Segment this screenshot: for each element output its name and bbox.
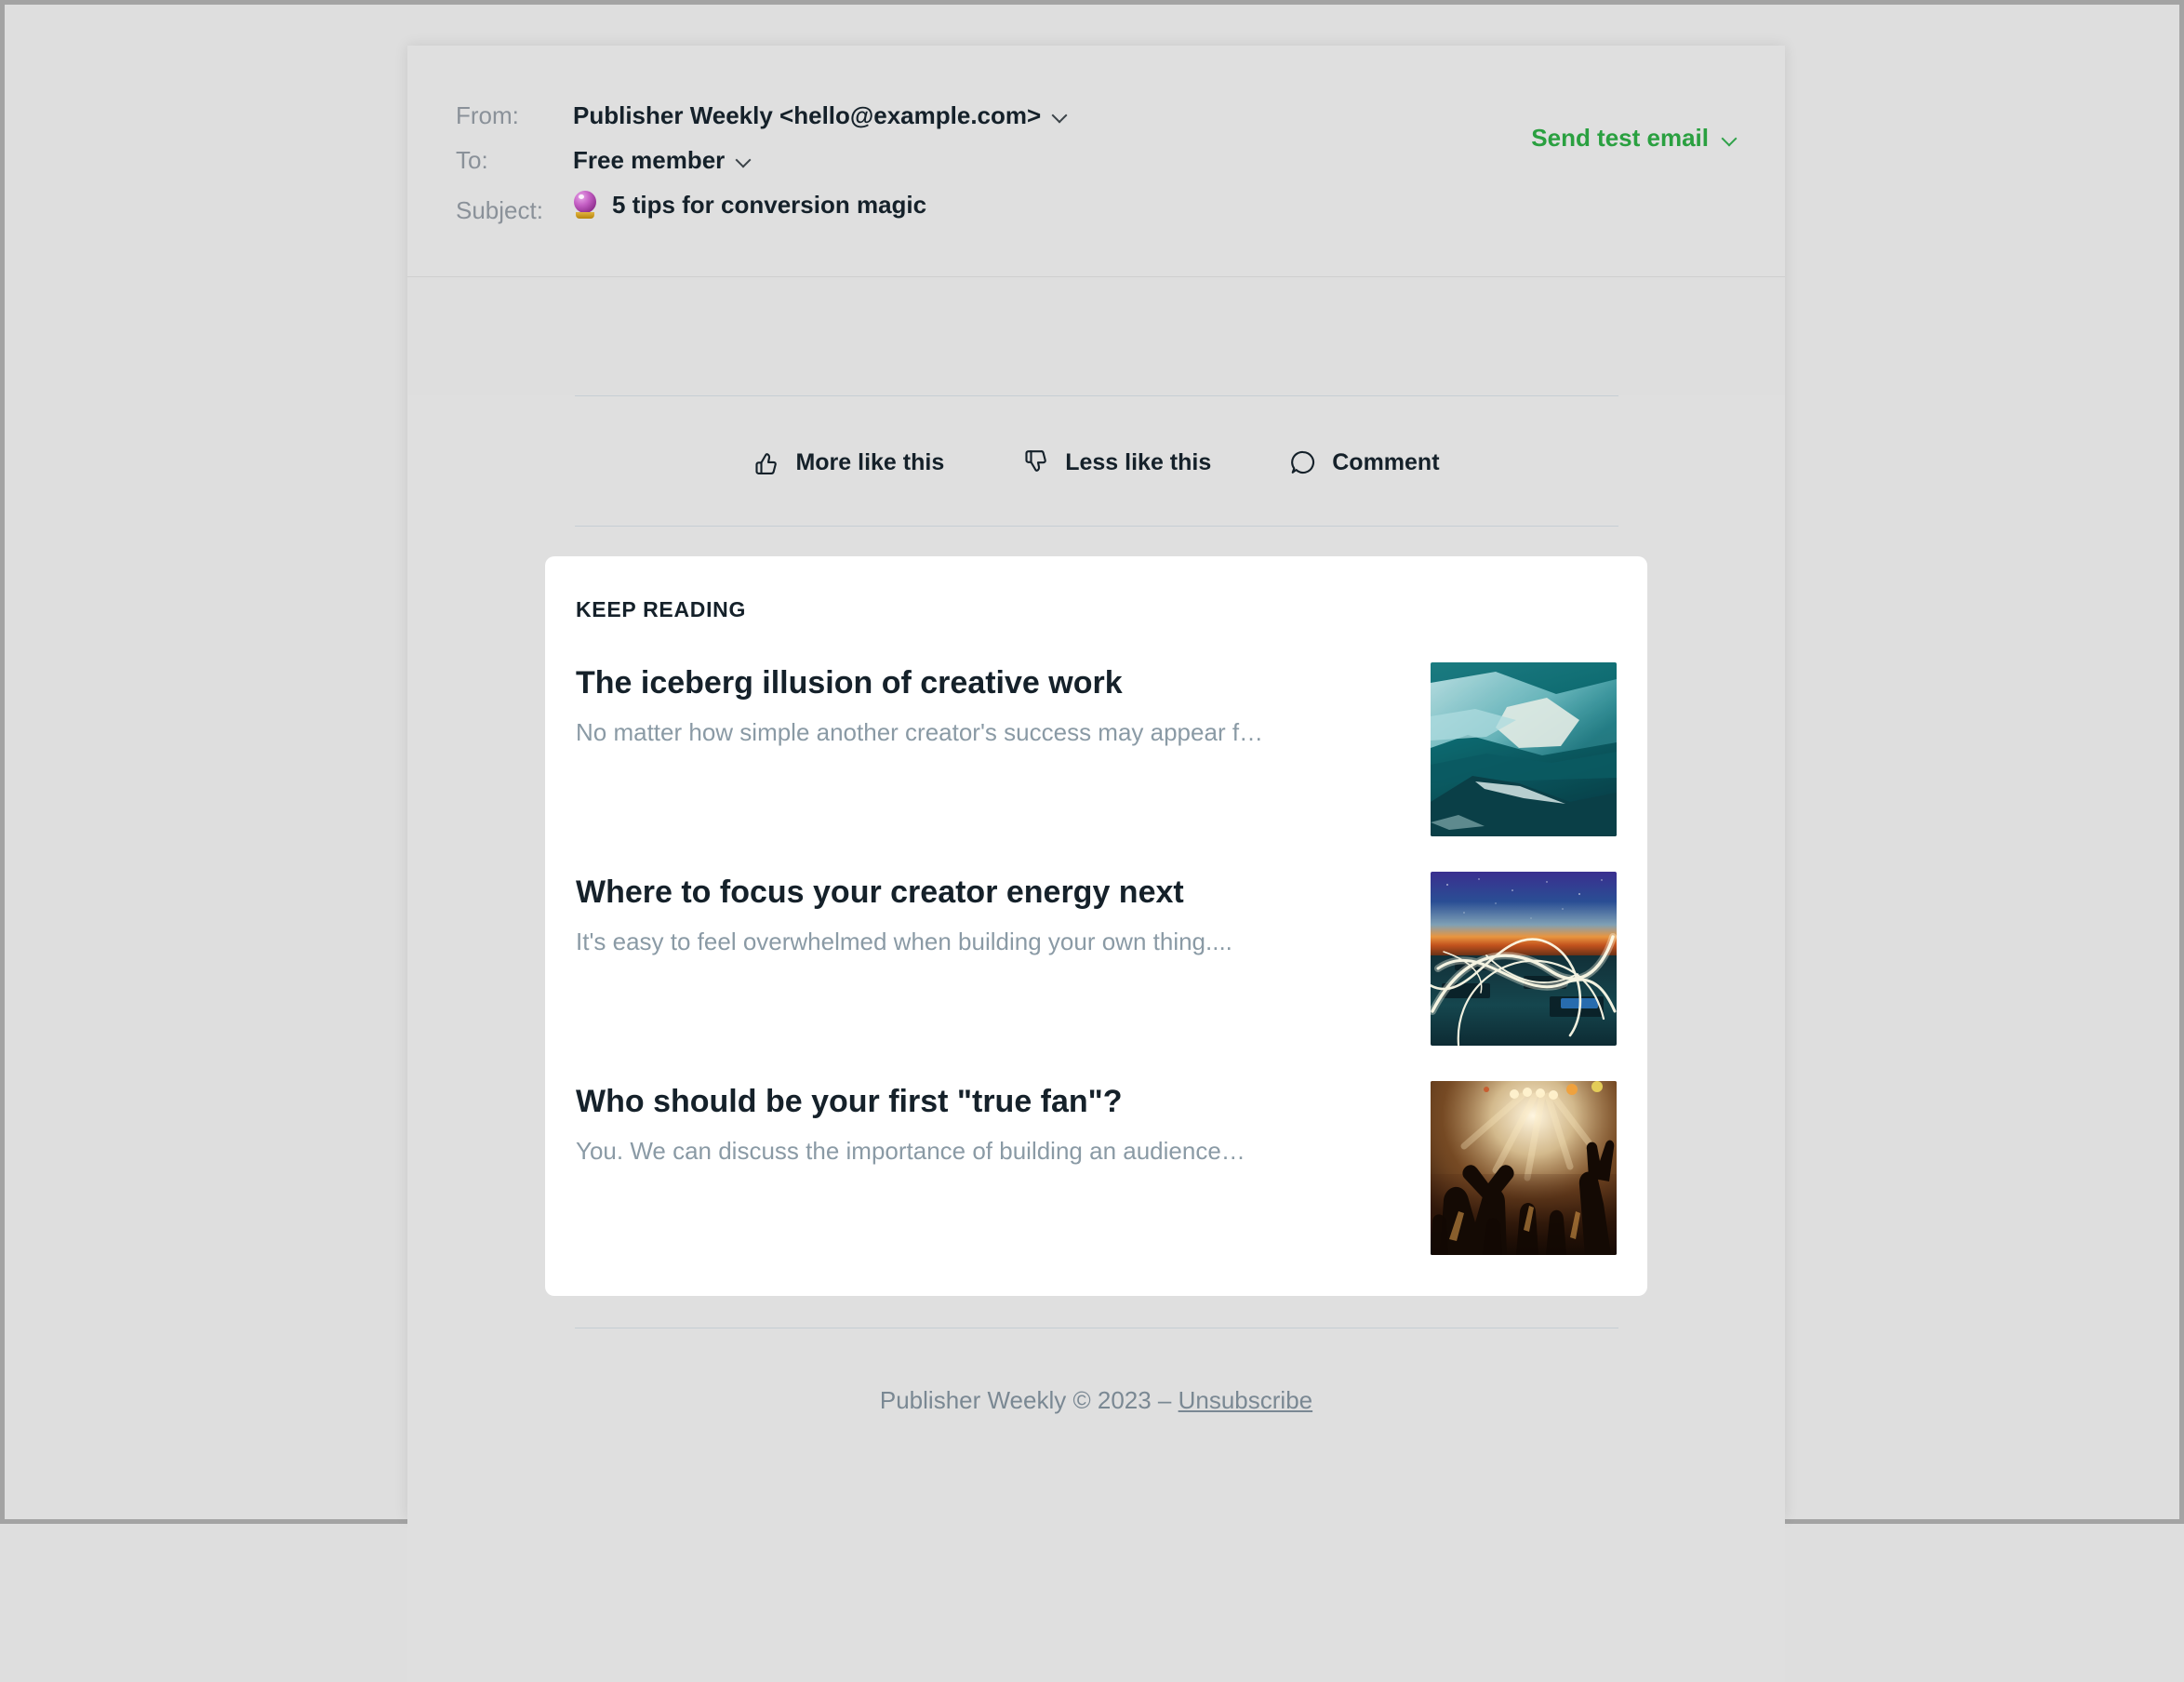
article-thumbnail[interactable] xyxy=(1431,1081,1617,1255)
chevron-down-icon[interactable] xyxy=(736,153,751,167)
list-item[interactable]: The iceberg illusion of creative work No… xyxy=(545,662,1647,836)
article-excerpt: It's easy to feel overwhelmed when build… xyxy=(576,928,1232,955)
from-value-text: Publisher Weekly <hello@example.com> xyxy=(573,101,1042,129)
article-thumbnail[interactable] xyxy=(1431,872,1617,1046)
article-text: The iceberg illusion of creative work No… xyxy=(576,662,1431,748)
subject-value[interactable]: 5 tips for conversion magic xyxy=(573,189,926,220)
more-like-this-button[interactable]: More like this xyxy=(752,448,944,476)
article-title[interactable]: The iceberg illusion of creative work xyxy=(576,662,1403,703)
email-header: From: Publisher Weekly <hello@example.co… xyxy=(407,46,1785,277)
article-excerpt: You. We can discuss the importance of bu… xyxy=(576,1137,1245,1165)
comment-button[interactable]: Comment xyxy=(1289,448,1440,476)
to-label: To: xyxy=(456,146,488,174)
subject-label: Subject: xyxy=(456,196,543,224)
email-preview-page: From: Publisher Weekly <hello@example.co… xyxy=(5,5,2179,1682)
email-panel: From: Publisher Weekly <hello@example.co… xyxy=(407,46,1785,1682)
copyright-text: Publisher Weekly © 2023 – xyxy=(879,1386,1179,1414)
keep-reading-heading: KEEP READING xyxy=(576,597,747,621)
list-item[interactable]: Who should be your first "true fan"? You… xyxy=(545,1081,1647,1255)
less-like-this-label: Less like this xyxy=(1065,448,1212,475)
divider-below-feedback xyxy=(574,526,1618,527)
comment-bubble-icon xyxy=(1289,448,1317,476)
chevron-down-icon[interactable] xyxy=(1052,108,1067,123)
article-title[interactable]: Who should be your first "true fan"? xyxy=(576,1081,1403,1122)
send-test-email-label: Send test email xyxy=(1531,124,1709,152)
from-value-dropdown[interactable]: Publisher Weekly <hello@example.com> xyxy=(573,100,1067,131)
comment-label: Comment xyxy=(1332,448,1440,475)
less-like-this-button[interactable]: Less like this xyxy=(1022,448,1211,476)
email-footer: Publisher Weekly © 2023 – Unsubscribe xyxy=(407,1328,1785,1415)
to-value-dropdown[interactable]: Free member xyxy=(573,144,751,176)
feedback-row: More like this Less like this Comment xyxy=(407,396,1785,476)
subject-row: Subject: 5 tips for conversion magic xyxy=(407,189,1785,226)
more-like-this-label: More like this xyxy=(795,448,945,475)
article-excerpt: No matter how simple another creator's s… xyxy=(576,718,1264,746)
unsubscribe-link[interactable]: Unsubscribe xyxy=(1179,1386,1313,1414)
chevron-down-icon[interactable] xyxy=(1722,131,1737,146)
send-test-email-button[interactable]: Send test email xyxy=(1531,124,1737,153)
subject-value-text: 5 tips for conversion magic xyxy=(612,191,927,219)
article-text: Who should be your first "true fan"? You… xyxy=(576,1081,1431,1167)
to-value-text: Free member xyxy=(573,146,726,174)
list-item[interactable]: Where to focus your creator energy next … xyxy=(545,872,1647,1046)
article-thumbnail[interactable] xyxy=(1431,662,1617,836)
thumbs-up-icon xyxy=(752,448,780,476)
crystal-ball-icon xyxy=(573,191,597,219)
from-label: From: xyxy=(456,101,519,129)
thumbs-down-icon xyxy=(1022,448,1050,476)
article-text: Where to focus your creator energy next … xyxy=(576,872,1431,957)
article-title[interactable]: Where to focus your creator energy next xyxy=(576,872,1403,913)
email-body: More like this Less like this Comment KE… xyxy=(407,395,1785,1682)
keep-reading-card: KEEP READING The iceberg illusion of cre… xyxy=(545,556,1647,1296)
